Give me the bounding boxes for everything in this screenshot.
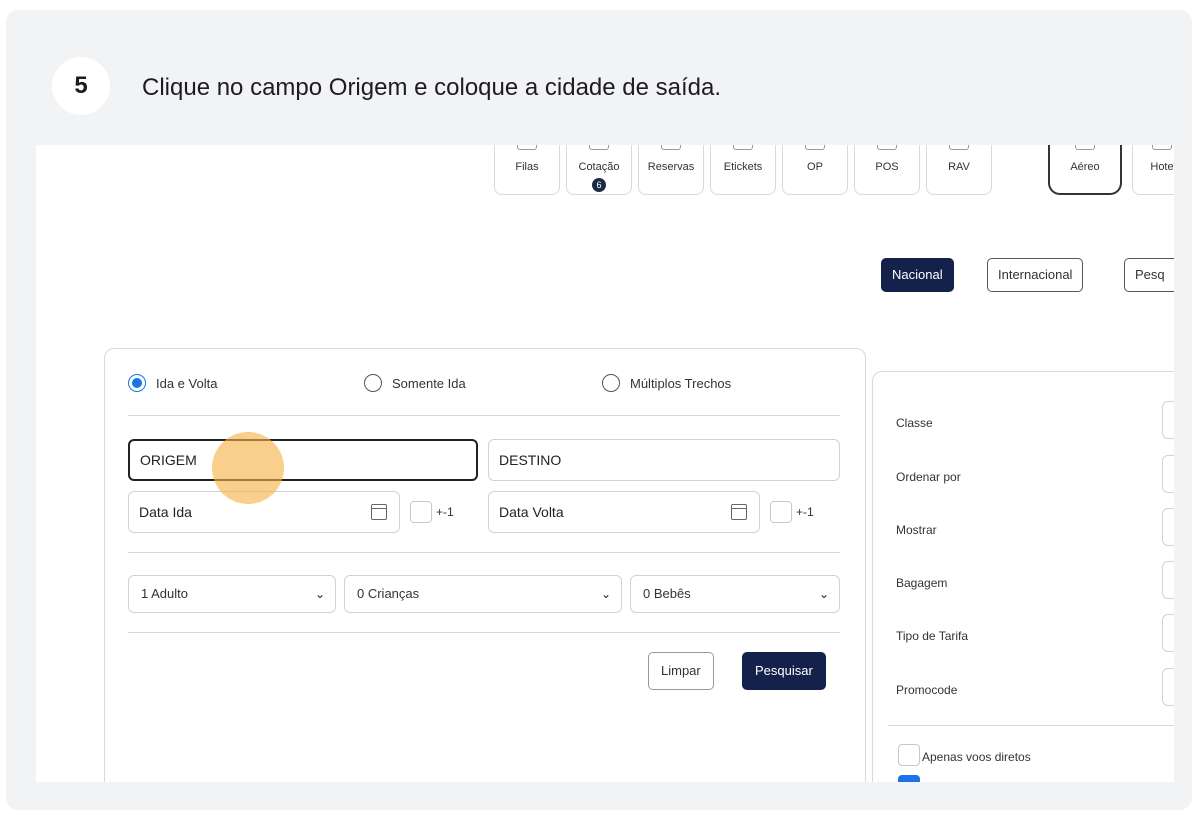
scope-internacional-button[interactable]: Internacional	[987, 258, 1084, 292]
toolbar-pos[interactable]: POS	[854, 145, 920, 195]
toolbar-reservas[interactable]: Reservas	[638, 145, 704, 195]
filter-tipo-tarifa-label: Tipo de Tarifa	[896, 629, 969, 643]
radio-button-checked[interactable]	[128, 374, 146, 392]
checked-checkbox[interactable]	[898, 775, 920, 782]
toolbar-op[interactable]: OP	[782, 145, 848, 195]
toolbar-label: Aéreo	[1070, 161, 1100, 173]
classe-select[interactable]	[1162, 401, 1174, 439]
field-placeholder: Data Ida	[139, 504, 192, 520]
bagagem-select[interactable]	[1162, 561, 1174, 599]
apenas-diretos-label: Apenas voos diretos	[922, 750, 1031, 764]
divider	[128, 632, 840, 633]
toolbar-aereo[interactable]: Aéreo	[1048, 145, 1122, 195]
radio-button[interactable]	[602, 374, 620, 392]
toolbar-label: OP	[807, 161, 823, 173]
quote-icon	[589, 145, 609, 150]
ticket-icon	[733, 145, 753, 150]
chevron-down-icon: ⌄	[818, 587, 829, 601]
radio-label: Múltiplos Trechos	[630, 375, 732, 391]
pesquisar-button[interactable]: Pesquisar	[742, 652, 826, 690]
toolbar-label: POS	[875, 161, 899, 173]
flex-date-label: +-1	[796, 505, 814, 519]
filter-ordenar-label: Ordenar por	[896, 470, 961, 484]
scope-nacional-button[interactable]: Nacional	[881, 258, 954, 292]
flex-date-checkbox[interactable]	[770, 501, 792, 523]
limpar-button[interactable]: Limpar	[648, 652, 714, 690]
data-volta-input[interactable]: Data Volta	[488, 491, 760, 533]
field-placeholder: Data Volta	[499, 504, 564, 520]
mostrar-select[interactable]	[1162, 508, 1174, 546]
toolbar-etickets[interactable]: Etickets	[710, 145, 776, 195]
divider	[128, 552, 840, 553]
step-instruction: Clique no campo Origem e coloque a cidad…	[142, 74, 722, 101]
plane-icon	[1075, 145, 1095, 150]
toolbar-label: Reservas	[647, 161, 695, 173]
tipo-tarifa-select[interactable]	[1162, 614, 1174, 652]
divider	[128, 415, 840, 416]
scope-pesq-button[interactable]: Pesq	[1124, 258, 1174, 292]
apenas-diretos-checkbox[interactable]	[898, 744, 920, 766]
toolbar-cotacao[interactable]: Cotação 6	[566, 145, 632, 195]
radio-label: Ida e Volta	[156, 375, 218, 391]
promocode-input[interactable]	[1162, 668, 1174, 706]
filter-classe-label: Classe	[896, 416, 933, 430]
destino-input[interactable]: DESTINO	[488, 439, 840, 481]
flex-date-checkbox[interactable]	[410, 501, 432, 523]
radio-ida-volta[interactable]: Ida e Volta	[128, 374, 217, 392]
step-number-badge: 5	[52, 57, 110, 115]
toolbar-filas[interactable]: Filas	[494, 145, 560, 195]
toolbar-label: RAV	[948, 161, 970, 173]
toolbar-label: Filas	[515, 161, 539, 173]
toolbar-label: Etickets	[723, 161, 763, 173]
rav-icon	[949, 145, 969, 150]
radio-multiplos-trechos[interactable]: Múltiplos Trechos	[602, 374, 731, 392]
toolbar-label: Hote	[1150, 161, 1174, 173]
radio-button[interactable]	[364, 374, 382, 392]
reservations-icon	[661, 145, 681, 150]
origem-input[interactable]: ORIGEM	[128, 439, 478, 481]
pos-icon	[877, 145, 897, 150]
notification-badge: 6	[592, 178, 606, 192]
children-select[interactable]: 0 Crianças ⌄	[344, 575, 622, 613]
flex-date-label: +-1	[436, 505, 454, 519]
select-value: 0 Bebês	[643, 586, 691, 601]
app-screenshot: Filas Cotação 6 Reservas Etickets OP POS…	[36, 145, 1174, 782]
click-highlight-marker	[212, 432, 284, 504]
filter-promocode-label: Promocode	[896, 683, 958, 697]
select-value: 0 Crianças	[357, 586, 420, 601]
radio-somente-ida[interactable]: Somente Ida	[364, 374, 466, 392]
toolbar-label: Cotação	[578, 161, 620, 173]
chevron-down-icon: ⌄	[600, 587, 611, 601]
adults-select[interactable]: 1 Adulto ⌄	[128, 575, 336, 613]
chevron-down-icon: ⌄	[314, 587, 325, 601]
calendar-icon[interactable]	[371, 504, 387, 520]
filter-mostrar-label: Mostrar	[896, 523, 937, 537]
select-value: 1 Adulto	[141, 586, 188, 601]
radio-label: Somente Ida	[392, 375, 466, 391]
flight-search-panel	[104, 348, 866, 782]
hotel-icon	[1152, 145, 1172, 150]
toolbar-rav[interactable]: RAV	[926, 145, 992, 195]
babies-select[interactable]: 0 Bebês ⌄	[630, 575, 840, 613]
calendar-icon[interactable]	[731, 504, 747, 520]
ordenar-select[interactable]	[1162, 455, 1174, 493]
filter-bagagem-label: Bagagem	[896, 576, 948, 590]
op-icon	[805, 145, 825, 150]
divider	[888, 725, 1174, 726]
queue-icon	[517, 145, 537, 150]
toolbar-hotel[interactable]: Hote	[1132, 145, 1174, 195]
